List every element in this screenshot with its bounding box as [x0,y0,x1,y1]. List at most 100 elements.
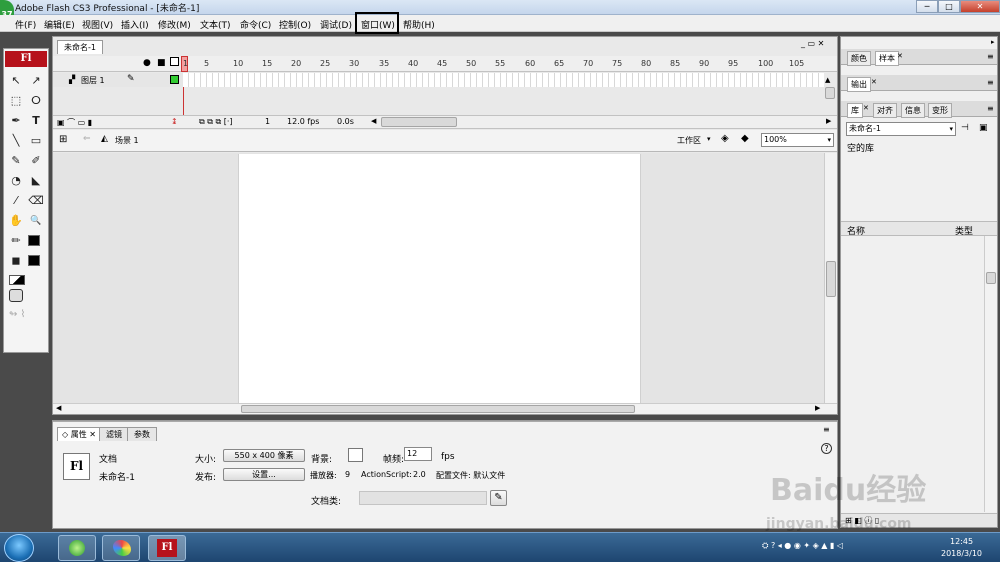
menu-control[interactable]: 控制(O) [279,18,311,31]
new-library-icon[interactable]: ▣ [979,123,988,133]
tab-color[interactable]: 颜色 [847,51,871,66]
library-vscroll[interactable] [984,236,997,512]
arrow-icon[interactable]: ↖ [7,73,25,89]
eyedropper-icon[interactable]: ⁄ [7,193,25,209]
scroll-thumb[interactable] [825,87,835,99]
panel-menu-icon[interactable]: ≡ [987,104,994,113]
lasso-icon[interactable]: ⵔ [27,93,45,109]
zoom-icon[interactable]: 🔍 [27,213,45,229]
column-type[interactable]: 类型 [955,224,973,237]
paint-bucket-icon[interactable]: ◣ [27,173,45,189]
timeline-hscroll-thumb[interactable] [381,117,457,127]
menu-edit[interactable]: 编辑(E) [44,18,75,31]
menu-text[interactable]: 文本(T) [200,18,231,31]
pencil-icon[interactable]: ✎ [7,153,25,169]
swap-colors-icon[interactable] [9,275,25,285]
close-icon[interactable]: ✕ [871,78,877,86]
subselect-icon[interactable]: ↗ [27,73,45,89]
fps-input[interactable]: 12 [404,447,432,461]
scroll-right-icon[interactable]: ▶ [815,404,820,412]
menu-modify[interactable]: 修改(M) [158,18,191,31]
tab-library[interactable]: 库 [847,103,863,118]
tab-transform[interactable]: 变形 [928,103,952,118]
edit-symbol-icon[interactable]: ◈ [721,133,729,144]
hand-icon[interactable]: ✋ [7,213,25,229]
stroke-color-icon[interactable]: ✏ [7,233,25,249]
document-class-input[interactable] [359,491,487,505]
pin-icon[interactable]: ⊣ [961,123,969,133]
stroke-swatch[interactable] [28,235,40,246]
menu-file[interactable]: 件(F) [15,18,36,31]
scroll-right-icon[interactable]: ▶ [826,117,831,125]
close-icon[interactable]: ✕ [863,104,869,112]
rectangle-icon[interactable]: ▭ [27,133,45,149]
tray-icons[interactable]: ⛭ ? ◂ ● ◉ ✦ ◈ ▲ ▮ ◁ [762,541,843,551]
ink-bottle-icon[interactable]: ◔ [7,173,25,189]
tab-info[interactable]: 信息 [901,103,925,118]
minimize-button[interactable]: ─ [916,0,938,13]
scroll-left-icon[interactable]: ◀ [371,117,376,125]
start-button[interactable] [4,534,34,562]
eraser-icon[interactable]: ⌫ [27,193,45,209]
settings-button[interactable]: 设置... [223,468,305,481]
zoom-select[interactable]: 100% ▾ [761,133,834,147]
menu-help[interactable]: 帮助(H) [403,18,435,31]
clock-date[interactable]: 2018/3/10 [941,549,982,558]
tab-swatches[interactable]: 样本 [875,51,899,66]
panel-menu-icon[interactable]: ≡ [987,78,994,87]
panel-menu-icon[interactable]: ≡ [823,425,830,434]
tab-properties[interactable]: ◇ 属性 ✕ [57,427,101,441]
scene-name[interactable]: 场景 1 [115,135,139,146]
layer-color-icon[interactable] [170,75,179,84]
scroll-up-icon[interactable]: ▲ [825,76,830,84]
close-button[interactable]: ✕ [960,0,1000,13]
eye-icon[interactable]: ● [143,58,151,68]
close-icon[interactable]: ✕ [897,52,903,60]
help-icon[interactable]: ? [821,443,832,454]
taskbar-flash-icon[interactable]: Fl [148,535,186,561]
layer-tools-icon[interactable]: ▣ ⌒ ▭ ▮ [57,117,92,128]
stage-hscroll[interactable]: ◀ ▶ [53,403,837,414]
center-frame-icon[interactable]: ↨ [171,117,178,126]
back-arrow-icon[interactable]: ⇐ [83,134,91,144]
layer-name[interactable]: 图层 1 [81,75,105,86]
lock-icon[interactable]: ■ [157,58,166,68]
menu-insert[interactable]: 插入(I) [121,18,149,31]
menu-commands[interactable]: 命令(C) [240,18,271,31]
maximize-button[interactable]: □ [938,0,960,13]
tab-align[interactable]: 对齐 [873,103,897,118]
clock-time[interactable]: 12:45 [950,537,973,546]
column-name[interactable]: 名称 [847,224,865,237]
text-icon[interactable]: T [27,113,45,129]
edit-class-icon[interactable]: ✎ [490,490,507,506]
stage[interactable] [238,154,641,403]
brush-icon[interactable]: ✐ [27,153,45,169]
stage-hscroll-thumb[interactable] [241,405,635,413]
tab-parameters[interactable]: 参数 [127,427,157,441]
menu-view[interactable]: 视图(V) [82,18,113,31]
fill-color-icon[interactable]: ◼ [7,253,25,269]
stage-vscroll-thumb[interactable] [826,261,836,297]
fill-swatch[interactable] [28,255,40,266]
background-color-swatch[interactable] [348,448,363,462]
taskbar-paint-icon[interactable] [102,535,140,561]
taskbar-ie-icon[interactable] [58,535,96,561]
document-tab[interactable]: 未命名-1 [57,40,103,54]
stage-vscroll[interactable] [824,153,837,403]
outline-icon[interactable] [170,57,179,66]
edit-scene-icon[interactable]: ◆ [741,133,749,144]
expand-icon[interactable]: ▸ [991,38,995,46]
workspace-dropdown[interactable]: 工作区 [677,135,701,146]
pen-icon[interactable]: ✒ [7,113,25,129]
tab-output[interactable]: 输出 [847,77,871,92]
library-scroll-thumb[interactable] [986,272,996,284]
menu-debug[interactable]: 调试(D) [320,18,352,31]
frames-strip[interactable] [183,73,824,87]
tab-filters[interactable]: 滤镜 [99,427,129,441]
free-transform-icon[interactable]: ⬚ [7,93,25,109]
size-button[interactable]: 550 x 400 像素 [223,449,305,462]
doc-window-controls-icon[interactable]: _ ▭ ✕ [801,39,824,48]
library-select[interactable]: 未命名-1 ▾ [846,122,956,136]
object-drawing-icon[interactable] [9,289,23,302]
timeline-toggle-icon[interactable]: ⊞ [59,134,67,145]
